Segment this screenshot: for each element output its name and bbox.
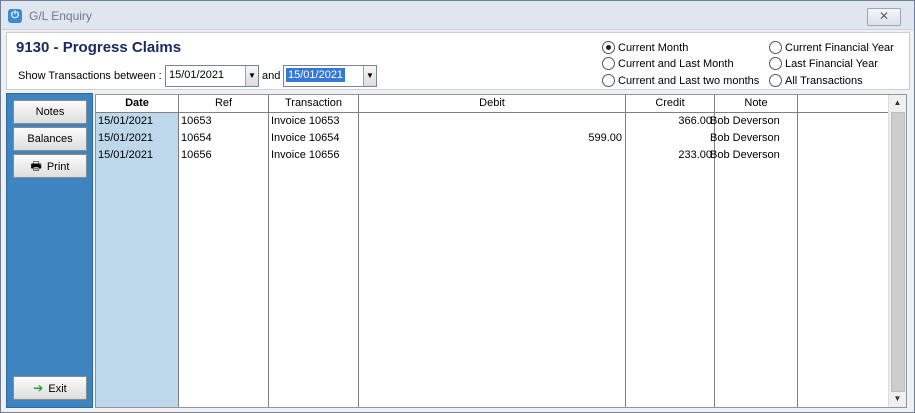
- side-button-panel: Notes Balances 🖶 Print ➔ Exit: [6, 93, 93, 408]
- show-transactions-label: Show Transactions between :: [18, 70, 162, 82]
- header-panel: 9130 - Progress Claims Show Transactions…: [6, 32, 910, 90]
- exit-arrow-icon: ➔: [33, 381, 44, 395]
- cell-debit: [538, 113, 622, 130]
- cell-date: 15/01/2021: [98, 149, 154, 161]
- column-header-date[interactable]: Date: [96, 95, 179, 112]
- balances-button[interactable]: Balances: [13, 127, 87, 151]
- grid-header: Date Ref Transaction Debit Credit Note: [96, 95, 888, 113]
- column-header-debit[interactable]: Debit: [359, 95, 626, 112]
- radio-last-financial-year[interactable]: Last Financial Year: [769, 57, 878, 71]
- to-date-value: 15/01/2021: [286, 68, 346, 82]
- table-row[interactable]: 15/01/2021 10654 Invoice 10654 599.00 Bo…: [96, 130, 888, 147]
- print-button[interactable]: 🖶 Print: [13, 154, 87, 178]
- cell-credit: [626, 130, 712, 147]
- cell-debit: 599.00: [588, 132, 622, 144]
- cell-ref: 10656: [181, 149, 212, 161]
- column-header-transaction[interactable]: Transaction: [269, 95, 359, 112]
- cell-credit: 233.00: [678, 149, 712, 161]
- printer-icon: 🖶: [30, 159, 42, 173]
- gl-enquiry-window: ⏻ G/L Enquiry ✕ 9130 - Progress Claims S…: [0, 0, 915, 413]
- cell-ref: 10653: [181, 115, 212, 127]
- title-bar: ⏻ G/L Enquiry ✕: [1, 1, 914, 30]
- cell-debit: [538, 147, 622, 164]
- scroll-down-icon[interactable]: ▼: [889, 391, 906, 407]
- scrollbar-thumb[interactable]: [891, 112, 905, 392]
- radio-current-month[interactable]: Current Month: [602, 41, 688, 55]
- cell-ref: 10654: [181, 132, 212, 144]
- chevron-down-icon[interactable]: ▼: [363, 66, 376, 86]
- cell-transaction: Invoice 10656: [271, 149, 340, 161]
- radio-all-transactions[interactable]: All Transactions: [769, 74, 863, 88]
- table-row[interactable]: 15/01/2021 10656 Invoice 10656 233.00 Bo…: [96, 147, 888, 164]
- from-date-field[interactable]: 15/01/2021 ▼: [165, 65, 259, 87]
- cell-credit: 366.00: [678, 115, 712, 127]
- to-date-field[interactable]: 15/01/2021 ▼: [283, 65, 377, 87]
- cell-date: 15/01/2021: [98, 115, 154, 127]
- cell-transaction: Invoice 10653: [271, 115, 340, 127]
- chevron-down-icon[interactable]: ▼: [245, 66, 258, 86]
- radio-current-financial-year[interactable]: Current Financial Year: [769, 41, 894, 55]
- radio-dot: [769, 41, 782, 54]
- notes-button[interactable]: Notes: [13, 100, 87, 124]
- radio-dot: [769, 57, 782, 70]
- radio-dot: [602, 41, 615, 54]
- close-button[interactable]: ✕: [867, 8, 901, 26]
- column-header-ref[interactable]: Ref: [179, 95, 269, 112]
- account-title: 9130 - Progress Claims: [16, 39, 182, 56]
- radio-dot: [769, 74, 782, 87]
- transactions-grid[interactable]: Date Ref Transaction Debit Credit Note 1…: [95, 94, 907, 408]
- exit-button[interactable]: ➔ Exit: [13, 376, 87, 400]
- cell-note: Bob Deverson: [710, 115, 780, 127]
- radio-dot: [602, 57, 615, 70]
- column-header-note[interactable]: Note: [715, 95, 798, 112]
- and-label: and: [262, 70, 281, 82]
- table-row[interactable]: 15/01/2021 10653 Invoice 10653 366.00 Bo…: [96, 113, 888, 130]
- from-date-value: 15/01/2021: [169, 69, 225, 81]
- cell-note: Bob Deverson: [710, 132, 780, 144]
- cell-transaction: Invoice 10654: [271, 132, 340, 144]
- cell-note: Bob Deverson: [710, 149, 780, 161]
- window-title: G/L Enquiry: [29, 9, 92, 23]
- radio-current-and-last-two-months[interactable]: Current and Last two months: [602, 74, 759, 88]
- radio-dot: [602, 74, 615, 87]
- vertical-scrollbar[interactable]: ▲ ▼: [888, 95, 906, 407]
- cell-date: 15/01/2021: [98, 132, 154, 144]
- radio-current-and-last-month[interactable]: Current and Last Month: [602, 57, 734, 71]
- power-icon: ⏻: [8, 9, 22, 23]
- scroll-up-icon[interactable]: ▲: [889, 95, 906, 111]
- column-header-credit[interactable]: Credit: [626, 95, 715, 112]
